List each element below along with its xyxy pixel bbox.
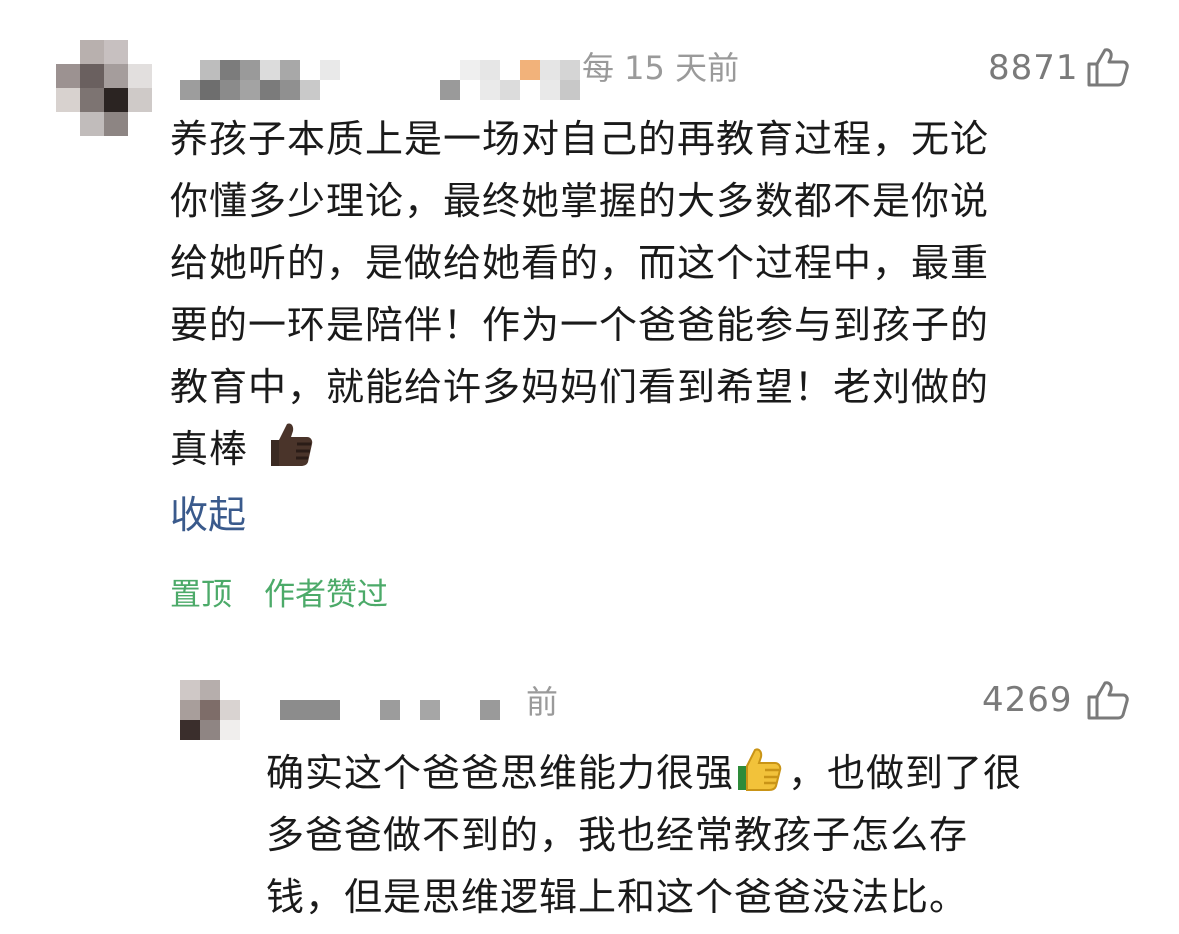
pinned-tag: 置顶: [170, 577, 232, 613]
comment-text: 确实这个爸爸思维能力很强 ，也做到了很 多爸爸做不到的，我也经常教孩子怎么存 钱…: [266, 742, 1022, 928]
location-redacted: [440, 60, 580, 100]
comment-line: 养孩子本质上是一场对自己的再教育过程，无论: [170, 117, 990, 161]
author-liked-tag: 作者赞过: [264, 577, 388, 613]
comment-line: 钱，但是思维逻辑上和这个爸爸没法比。: [266, 875, 969, 919]
thumbs-up-emoji-icon: [271, 423, 313, 466]
comment-line: 多爸爸做不到的，我也经常教孩子怎么存: [266, 813, 969, 857]
like-count: 8871: [988, 48, 1079, 88]
like-count: 4269: [982, 680, 1073, 720]
comment-line: 要的一环是陪伴！作为一个爸爸能参与到孩子的: [170, 303, 990, 347]
comment-line: 教育中，就能给许多妈妈们看到希望！老刘做的: [170, 365, 990, 409]
comment-line: 真棒: [170, 427, 249, 471]
comment-line: ，也做到了很: [788, 751, 1023, 795]
comment-line: 给她听的，是做给她看的，而这个过程中，最重: [170, 241, 990, 285]
comment-time: 前: [526, 683, 559, 721]
collapse-link[interactable]: 收起: [170, 496, 246, 534]
comment-line: 确实这个爸爸思维能力很强: [266, 751, 735, 795]
comment-line: 你懂多少理论，最终她掌握的大多数都不是你说: [170, 179, 990, 223]
comment-line-last: 真棒: [170, 418, 989, 480]
thumbs-up-outline-icon[interactable]: [1086, 679, 1130, 721]
thumbs-up-emoji-icon: [738, 748, 782, 791]
thumbs-up-outline-icon[interactable]: [1086, 46, 1130, 88]
avatar[interactable]: [56, 40, 152, 136]
avatar[interactable]: [180, 680, 240, 740]
comment-text: 养孩子本质上是一场对自己的再教育过程，无论 你懂多少理论，最终她掌握的大多数都不…: [170, 108, 989, 480]
comment-time: 每 15 天前: [582, 49, 740, 87]
comment-line-first: 确实这个爸爸思维能力很强 ，也做到了很: [266, 742, 1022, 804]
username-redacted[interactable]: [180, 60, 340, 100]
username-redacted[interactable]: [280, 700, 520, 720]
